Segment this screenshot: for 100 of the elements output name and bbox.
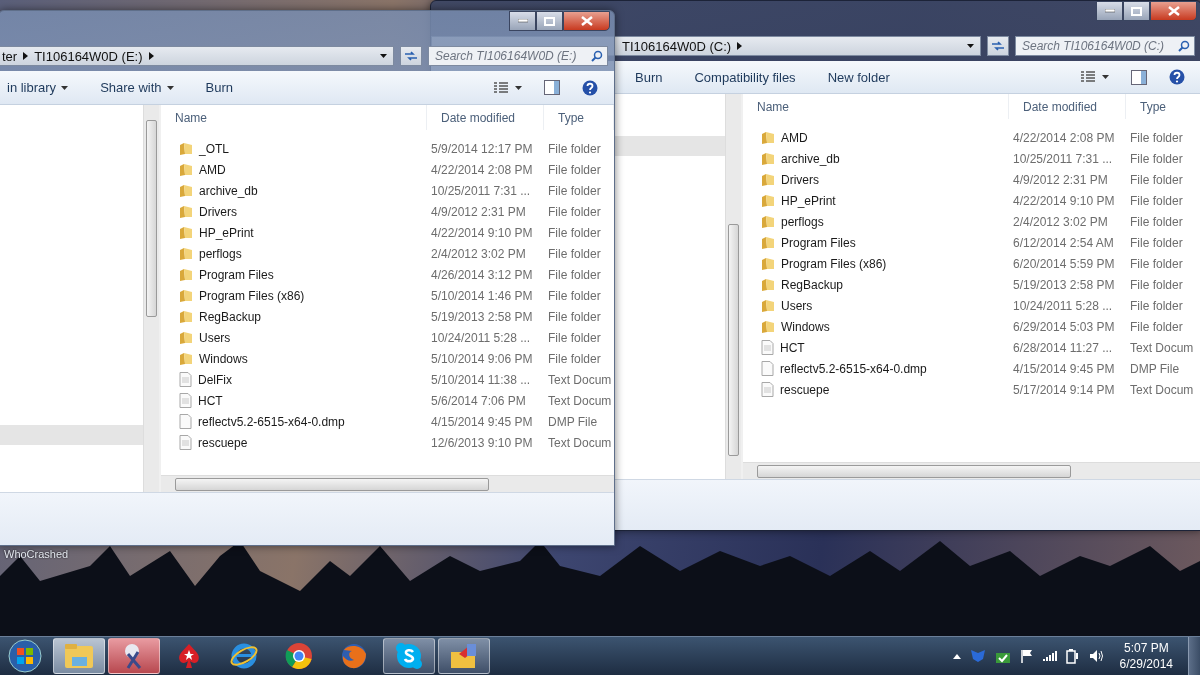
column-header[interactable]: Name (743, 94, 1009, 119)
file-row[interactable]: Drivers 4/9/2012 2:31 PM File folder (743, 169, 1200, 190)
clock[interactable]: 5:07 PM 6/29/2014 (1119, 640, 1173, 672)
folder-icon (761, 193, 775, 208)
file-row[interactable]: perflogs 2/4/2012 3:02 PM File folder (743, 211, 1200, 232)
file-row[interactable]: HCT 6/28/2014 11:27 ... Text Docum (743, 337, 1200, 358)
file-row[interactable]: DelFix 5/10/2014 11:38 ... Text Docum (161, 369, 614, 390)
date-cell-text: 5/9/2014 12:17 PM (430, 140, 534, 158)
file-row[interactable]: _OTL 5/9/2014 12:17 PM File folder (161, 138, 614, 159)
file-row[interactable]: RegBackup 5/19/2013 2:58 PM File folder (743, 274, 1200, 295)
flag-icon[interactable] (1019, 649, 1034, 663)
folder-icon (179, 141, 193, 156)
folder-icon (761, 319, 775, 334)
file-name: rescuepe (780, 382, 830, 397)
file-row[interactable]: Drivers 4/9/2012 2:31 PM File folder (161, 201, 614, 222)
folder-icon (761, 235, 775, 250)
close-button[interactable] (1150, 1, 1197, 21)
scrollbar-thumb[interactable] (146, 120, 157, 317)
maximize-button[interactable] (1123, 1, 1150, 21)
scrollbar[interactable] (725, 94, 741, 479)
file-row[interactable]: Users 10/24/2011 5:28 ... File folder (161, 327, 614, 348)
column-header[interactable]: Date modified (427, 105, 544, 130)
taskbar-app-button[interactable] (383, 638, 435, 674)
scrollbar-thumb[interactable] (175, 477, 489, 491)
column-header[interactable]: Date modified (1009, 94, 1126, 119)
file-row[interactable]: HP_ePrint 4/22/2014 9:10 PM File folder (161, 222, 614, 243)
file-name: Users (199, 330, 231, 345)
document-icon (179, 372, 192, 387)
address-bar[interactable]: ter TI106164W0D (E:) (0, 46, 394, 66)
date-cell-text: 4/15/2014 9:45 PM (1012, 360, 1116, 378)
close-icon (1167, 6, 1180, 16)
toolbar-button[interactable]: in library (0, 76, 77, 99)
taskbar-app-button[interactable] (108, 638, 160, 674)
folder-icon (64, 643, 94, 669)
search-field[interactable]: Search TI106164W0D (C:) (1015, 36, 1195, 56)
column-header[interactable]: Type (544, 105, 614, 130)
minimize-button[interactable] (509, 11, 536, 31)
file-row[interactable]: rescuepe 12/6/2013 9:10 PM Text Docum (161, 432, 614, 453)
column-header[interactable]: Type (1126, 94, 1200, 119)
file-name: Program Files (199, 267, 274, 282)
chevron-icon (23, 52, 29, 60)
folder-icon (179, 309, 193, 324)
file-row[interactable]: perflogs 2/4/2012 3:02 PM File folder (161, 243, 614, 264)
date-cell-text: 4/22/2014 2:08 PM (430, 161, 534, 179)
file-row[interactable]: HCT 5/6/2014 7:06 PM Text Docum (161, 390, 614, 411)
file-row[interactable]: Program Files 6/12/2014 2:54 AM File folder (743, 232, 1200, 253)
breadcrumb[interactable]: TI106164W0D (E:) (34, 48, 143, 64)
file-row[interactable]: Program Files (x86) 5/10/2014 1:46 PM File folder (161, 285, 614, 306)
file-row[interactable]: Windows 5/10/2014 9:06 PM File folder (161, 348, 614, 369)
file-row[interactable]: reflectv5.2-6515-x64-0.dmp 4/15/2014 9:45 PM DMP File (161, 411, 614, 432)
search-field[interactable]: Search TI106164W0D (E:) (428, 46, 608, 66)
taskbar-app-button[interactable] (438, 638, 490, 674)
column-header[interactable]: Name (161, 105, 427, 130)
breadcrumb[interactable]: TI106164W0D (C:) (622, 38, 732, 54)
toolbar-button[interactable]: New folder (819, 65, 898, 89)
show-hidden-icons-icon[interactable] (952, 653, 961, 659)
scrollbar[interactable] (161, 475, 614, 492)
file-row[interactable]: Users 10/24/2011 5:28 ... File folder (743, 295, 1200, 316)
show-desktop-button[interactable] (1188, 637, 1200, 675)
date-cell-text: 6/29/2014 5:03 PM (1012, 318, 1116, 336)
signal-icon[interactable] (1042, 650, 1057, 662)
scrollbar-thumb[interactable] (757, 464, 1071, 478)
file-row[interactable]: archive_db 10/25/2011 7:31 ... File folder (161, 180, 614, 201)
close-button[interactable] (563, 11, 610, 31)
file-row[interactable]: archive_db 10/25/2011 7:31 ... File folder (743, 148, 1200, 169)
toolbar-button[interactable]: Share with (92, 76, 182, 99)
refresh-button[interactable] (400, 46, 422, 66)
minimize-icon (517, 19, 528, 23)
file-row[interactable]: reflectv5.2-6515-x64-0.dmp 4/15/2014 9:45 PM DMP File (743, 358, 1200, 379)
maximize-button[interactable] (536, 11, 563, 31)
cloud-icon (395, 642, 423, 670)
refresh-button[interactable] (987, 36, 1009, 56)
file-row[interactable]: Program Files (x86) 6/20/2014 5:59 PM File folder (743, 253, 1200, 274)
date-cell-text: 6/12/2014 2:54 AM (1012, 234, 1115, 252)
type-cell-text: File folder (547, 140, 602, 158)
file-name: archive_db (199, 183, 258, 198)
date-cell-text: 5/19/2013 2:58 PM (430, 308, 534, 326)
file-row[interactable]: rescuepe 5/17/2014 9:14 PM Text Docum (743, 379, 1200, 400)
minimize-button[interactable] (1096, 1, 1123, 21)
date-cell-text: 5/10/2014 1:46 PM (430, 287, 534, 305)
file-row[interactable]: HP_ePrint 4/22/2014 9:10 PM File folder (743, 190, 1200, 211)
file-row[interactable]: AMD 4/22/2014 2:08 PM File folder (161, 159, 614, 180)
file-row[interactable]: Windows 6/29/2014 5:03 PM File folder (743, 316, 1200, 337)
toolbar-button[interactable]: Compatibility files (686, 65, 804, 89)
scrollbar[interactable] (743, 462, 1200, 479)
file-row[interactable]: AMD 4/22/2014 2:08 PM File folder (743, 127, 1200, 148)
type-cell-text: File folder (1129, 297, 1184, 315)
breadcrumb[interactable]: ter (2, 48, 18, 64)
battery-icon[interactable] (1065, 648, 1080, 664)
scrollbar[interactable] (143, 105, 159, 492)
speaker-icon[interactable] (1088, 649, 1105, 663)
date-cell-text: 4/22/2014 9:10 PM (1012, 192, 1116, 210)
toolbar-button[interactable]: Burn (627, 65, 671, 89)
desktop-icon-label[interactable]: WhoCrashed (4, 548, 69, 560)
browser-icon (285, 642, 313, 670)
type-cell-text: File folder (547, 266, 602, 284)
toolbar-button[interactable]: Burn (197, 76, 241, 99)
file-row[interactable]: RegBackup 5/19/2013 2:58 PM File folder (161, 306, 614, 327)
scrollbar-thumb[interactable] (728, 224, 739, 456)
file-row[interactable]: Program Files 4/26/2014 3:12 PM File folder (161, 264, 614, 285)
